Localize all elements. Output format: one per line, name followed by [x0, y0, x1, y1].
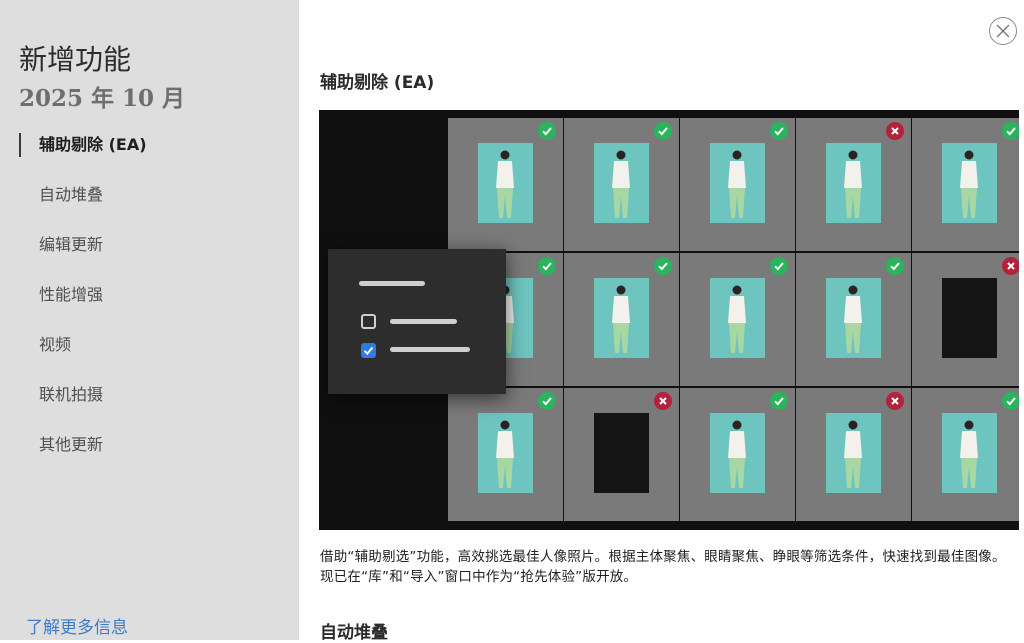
x-mark-icon: [891, 397, 899, 405]
checkmark-icon: [774, 127, 784, 136]
sidebar-item-other-updates[interactable]: 其他更新: [0, 430, 299, 480]
checkmark-icon: [658, 262, 668, 271]
sidebar-item-performance[interactable]: 性能增强: [0, 280, 299, 330]
keep-badge: [1002, 392, 1019, 410]
keep-badge: [538, 392, 556, 410]
checkmark-icon: [542, 127, 552, 136]
checkmark-icon: [774, 397, 784, 406]
sidebar-item-editing-updates[interactable]: 编辑更新: [0, 230, 299, 280]
photo-tile: [796, 253, 911, 386]
photo-tile: [448, 388, 563, 521]
checkmark-icon: [890, 262, 900, 271]
filter-checkbox-unchecked: [361, 314, 376, 329]
photo-tile: [680, 253, 795, 386]
reject-badge: [654, 392, 672, 410]
photo-tile: [680, 388, 795, 521]
reject-badge: [886, 392, 904, 410]
sidebar-nav: 辅助剔除 (EA) 自动堆叠 编辑更新 性能增强 视频 联机拍摄 其他更新: [0, 130, 299, 480]
keep-badge: [886, 257, 904, 275]
portrait-figure: [960, 150, 978, 218]
feature-description: 借助“辅助剔选”功能，高效挑选最佳人像照片。根据主体聚焦、眼睛聚焦、睁眼等筛选条…: [320, 549, 1006, 585]
section-title: 辅助剔除 (EA): [320, 73, 435, 93]
sidebar: 新增功能 2025 年 10 月 辅助剔除 (EA) 自动堆叠 编辑更新 性能增…: [0, 0, 299, 640]
x-mark-icon: [1007, 262, 1015, 270]
keep-badge: [770, 257, 788, 275]
filter-option-bar: [390, 347, 470, 352]
sidebar-title: 新增功能: [19, 43, 132, 76]
x-mark-icon: [891, 127, 899, 135]
sidebar-item-assisted-culling[interactable]: 辅助剔除 (EA): [0, 130, 299, 180]
keep-badge: [654, 122, 672, 140]
sidebar-item-tethered-capture[interactable]: 联机拍摄: [0, 380, 299, 430]
checkmark-icon: [1006, 397, 1016, 406]
sidebar-item-auto-stacking[interactable]: 自动堆叠: [0, 180, 299, 230]
photo-tile: [564, 388, 679, 521]
feature-illustration: [319, 110, 1019, 530]
learn-more-link[interactable]: 了解更多信息: [26, 613, 128, 638]
keep-badge: [538, 122, 556, 140]
photo-tile: [796, 118, 911, 251]
next-section-title: 自动堆叠: [320, 623, 388, 643]
close-button[interactable]: [989, 17, 1017, 45]
photo-tile: [912, 388, 1019, 521]
sidebar-item-video[interactable]: 视频: [0, 330, 299, 380]
portrait-thumbnail: [594, 413, 649, 493]
portrait-figure: [960, 420, 978, 488]
checkmark-icon: [542, 397, 552, 406]
photo-tile: [912, 253, 1019, 386]
photo-tile: [564, 253, 679, 386]
checkmark-icon: [658, 127, 668, 136]
reject-badge: [886, 122, 904, 140]
portrait-thumbnail: [942, 278, 997, 358]
photo-tile: [680, 118, 795, 251]
filter-panel-heading-bar: [359, 281, 425, 286]
checkmark-icon: [774, 262, 784, 271]
keep-badge: [1002, 122, 1019, 140]
keep-badge: [538, 257, 556, 275]
photo-tile: [796, 388, 911, 521]
photo-tile: [564, 118, 679, 251]
checkmark-icon: [1006, 127, 1016, 136]
photo-tile: [912, 118, 1019, 251]
keep-badge: [654, 257, 672, 275]
checkmark-icon: [542, 262, 552, 271]
checkmark-icon: [363, 346, 374, 356]
x-mark-icon: [659, 397, 667, 405]
keep-badge: [770, 122, 788, 140]
photo-tile: [448, 118, 563, 251]
filter-panel: [328, 249, 506, 394]
filter-option-bar: [390, 319, 457, 324]
filter-checkbox-checked: [361, 343, 376, 358]
keep-badge: [770, 392, 788, 410]
sidebar-subtitle: 2025 年 10 月: [19, 85, 186, 112]
close-icon: [996, 24, 1010, 38]
reject-badge: [1002, 257, 1019, 275]
